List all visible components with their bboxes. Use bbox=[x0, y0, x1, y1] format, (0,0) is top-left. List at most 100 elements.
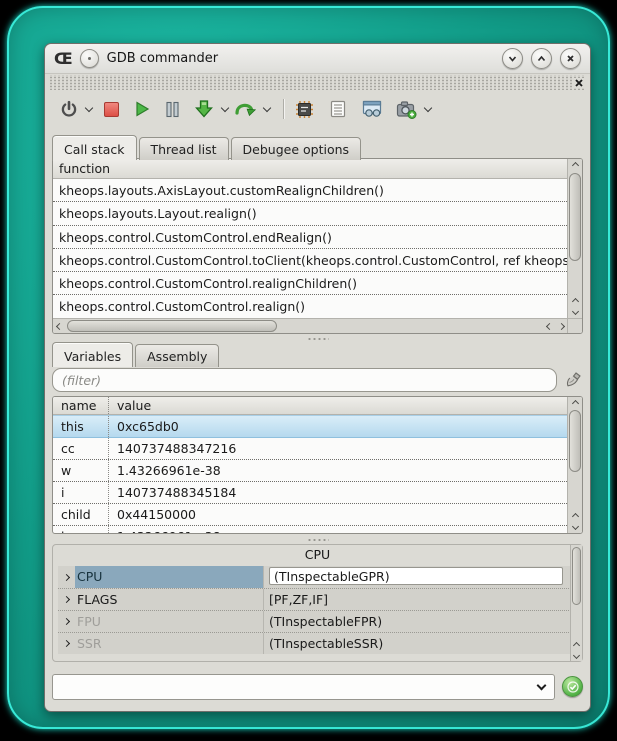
chevron-left-icon bbox=[545, 322, 552, 329]
chevron-down-icon bbox=[536, 680, 546, 690]
chevron-right-icon bbox=[557, 322, 564, 329]
expand-button[interactable] bbox=[58, 597, 75, 602]
variable-row[interactable]: cc 140737488347216 bbox=[53, 438, 567, 460]
power-dropdown-button[interactable] bbox=[80, 96, 96, 122]
scrollbar-thumb[interactable] bbox=[569, 173, 581, 261]
call-stack-column-header[interactable]: function bbox=[53, 159, 582, 179]
step-over-button[interactable] bbox=[232, 96, 258, 122]
variable-row[interactable]: i 140737488345184 bbox=[53, 482, 567, 504]
scrollbar-thumb[interactable] bbox=[572, 547, 581, 605]
call-stack-row[interactable]: kheops.layouts.Layout.realign() bbox=[53, 202, 567, 225]
scroll-left-button[interactable] bbox=[543, 319, 555, 333]
expand-button[interactable] bbox=[58, 641, 75, 646]
step-down-button[interactable] bbox=[192, 96, 216, 122]
titlebar[interactable]: Œ GDB commander bbox=[45, 44, 590, 74]
output-view-button[interactable] bbox=[328, 96, 348, 122]
tab-variables[interactable]: Variables bbox=[52, 342, 133, 367]
chevron-down-icon bbox=[424, 104, 432, 112]
register-value-field[interactable]: (TInspectableGPR) bbox=[269, 567, 563, 585]
splitter-handle[interactable] bbox=[52, 536, 583, 543]
tab-assembly[interactable]: Assembly bbox=[135, 344, 219, 367]
variable-value: 1.43266961e-38 bbox=[109, 526, 567, 533]
run-button[interactable] bbox=[131, 96, 153, 122]
send-command-button[interactable] bbox=[562, 676, 583, 697]
variable-value: 0xc65db0 bbox=[109, 416, 567, 437]
cpu-view-button[interactable] bbox=[293, 96, 316, 122]
maximize-button[interactable] bbox=[531, 48, 552, 69]
expand-button[interactable] bbox=[58, 619, 75, 624]
pause-button[interactable] bbox=[163, 96, 182, 122]
call-stack-row[interactable]: kheops.layouts.AxisLayout.customRealignC… bbox=[53, 179, 567, 202]
cpu-group-title: CPU bbox=[53, 545, 582, 565]
scroll-up-button[interactable] bbox=[568, 160, 582, 171]
register-group-value: [PF,ZF,IF] bbox=[263, 589, 563, 610]
call-stack-vertical-scrollbar[interactable] bbox=[567, 159, 582, 318]
tab-thread-list[interactable]: Thread list bbox=[139, 137, 229, 160]
cpu-vertical-scrollbar[interactable] bbox=[570, 545, 582, 661]
clear-filter-button[interactable] bbox=[563, 370, 583, 390]
chevron-down-icon bbox=[221, 104, 229, 112]
cpu-tree-row-selected[interactable]: CPU (TInspectableGPR) bbox=[58, 566, 577, 588]
command-row bbox=[52, 673, 583, 700]
variable-name: w bbox=[53, 460, 109, 481]
call-stack-panel: function kheops.layouts.AxisLayout.custo… bbox=[52, 158, 583, 334]
call-stack-row[interactable]: kheops.control.CustomControl.toClient(kh… bbox=[53, 249, 567, 272]
register-group-name: FPU bbox=[75, 611, 263, 632]
column-header-name[interactable]: name bbox=[53, 397, 109, 414]
chevron-up-icon bbox=[571, 513, 578, 520]
variable-row-selected[interactable]: this 0xc65db0 bbox=[53, 415, 567, 438]
chevron-right-icon bbox=[63, 573, 70, 580]
document-list-icon bbox=[330, 100, 346, 118]
close-button[interactable] bbox=[560, 48, 581, 69]
window-menu-button[interactable] bbox=[80, 49, 99, 68]
snapshot-dropdown-button[interactable] bbox=[419, 96, 435, 122]
snapshot-button[interactable] bbox=[394, 96, 419, 122]
step-over-dropdown-button[interactable] bbox=[258, 96, 274, 122]
cpu-tree-row[interactable]: FPU (TInspectableFPR) bbox=[58, 610, 577, 632]
column-header-value[interactable]: value bbox=[109, 397, 582, 414]
dock-drag-handle[interactable] bbox=[49, 75, 586, 90]
chevron-up-icon bbox=[571, 400, 578, 407]
scroll-down-button[interactable] bbox=[568, 521, 582, 532]
scroll-down-button[interactable] bbox=[568, 306, 582, 317]
cpu-tree-row[interactable]: SSR (TInspectableSSR) bbox=[58, 632, 577, 654]
watch-window-icon bbox=[362, 100, 382, 118]
step-down-arrow-icon bbox=[194, 99, 214, 119]
minimize-button[interactable] bbox=[502, 48, 523, 69]
scroll-left-button[interactable] bbox=[53, 319, 65, 333]
scroll-down-button[interactable] bbox=[571, 650, 582, 661]
chevron-up-icon bbox=[573, 642, 580, 649]
variable-name: b bbox=[53, 526, 109, 533]
call-stack-row[interactable]: kheops.control.CustomControl.endRealign(… bbox=[53, 226, 567, 249]
scrollbar-thumb[interactable] bbox=[67, 320, 277, 332]
register-group-value[interactable]: (TInspectableGPR) bbox=[263, 566, 563, 588]
call-stack-row[interactable]: kheops.control.CustomControl.realign() bbox=[53, 295, 567, 318]
gdb-command-input[interactable] bbox=[53, 676, 528, 698]
chevron-down-icon bbox=[263, 104, 271, 112]
power-button[interactable] bbox=[58, 96, 80, 122]
combobox-dropdown-button[interactable] bbox=[528, 682, 554, 692]
variable-row[interactable]: b 1.43266961e-38 bbox=[53, 526, 567, 533]
call-stack-horizontal-scrollbar[interactable] bbox=[53, 318, 567, 333]
tab-debugee-options[interactable]: Debugee options bbox=[231, 137, 362, 160]
watch-view-button[interactable] bbox=[360, 96, 384, 122]
scroll-up-button[interactable] bbox=[568, 398, 582, 409]
variables-vertical-scrollbar[interactable] bbox=[567, 397, 582, 533]
variable-row[interactable]: child 0x44150000 bbox=[53, 504, 567, 526]
expand-button[interactable] bbox=[58, 575, 75, 580]
cpu-tree-row[interactable]: FLAGS [PF,ZF,IF] bbox=[58, 588, 577, 610]
debug-toolbar bbox=[45, 91, 590, 127]
step-down-dropdown-button[interactable] bbox=[216, 96, 232, 122]
dock-close-button[interactable] bbox=[572, 78, 586, 88]
gdb-command-combobox[interactable] bbox=[52, 674, 555, 700]
scroll-right-button[interactable] bbox=[555, 319, 567, 333]
tab-call-stack[interactable]: Call stack bbox=[52, 135, 137, 160]
stop-button[interactable] bbox=[102, 96, 121, 122]
variable-value: 0x44150000 bbox=[109, 504, 567, 525]
variable-row[interactable]: w 1.43266961e-38 bbox=[53, 460, 567, 482]
app-logo-icon: Œ bbox=[54, 51, 72, 67]
call-stack-row[interactable]: kheops.control.CustomControl.realignChil… bbox=[53, 272, 567, 295]
scrollbar-thumb[interactable] bbox=[569, 410, 581, 472]
filter-input[interactable] bbox=[52, 368, 557, 392]
chevron-up-icon bbox=[571, 162, 578, 169]
